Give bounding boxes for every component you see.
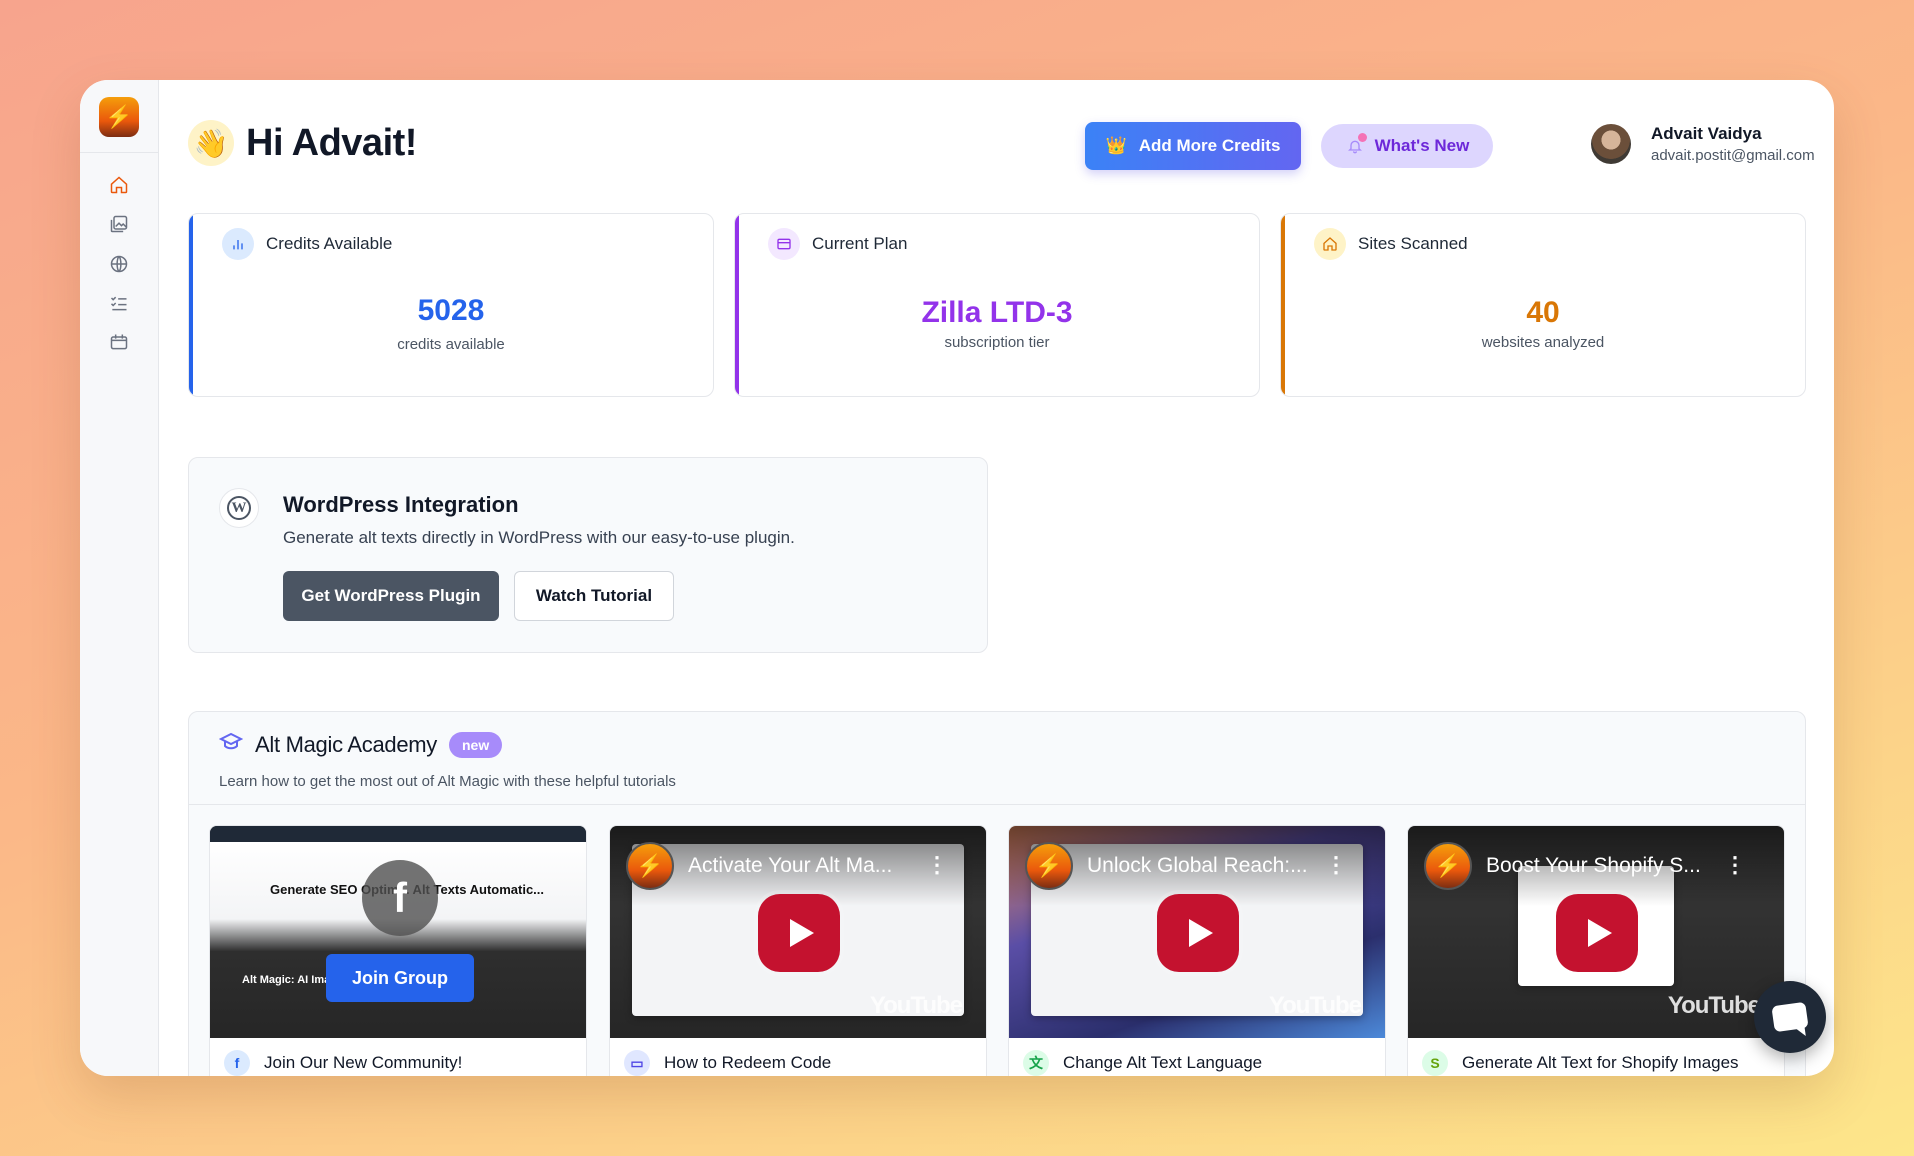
play-button-icon[interactable] — [1157, 894, 1239, 972]
channel-logo-icon: ⚡ — [626, 842, 674, 890]
user-name: Advait Vaidya — [1651, 124, 1762, 143]
card-icon — [768, 228, 800, 260]
shopify-icon: S — [1422, 1050, 1448, 1076]
checklist-icon[interactable] — [108, 292, 130, 314]
video-label: Join Our New Community! — [264, 1053, 463, 1072]
play-button-icon[interactable] — [1556, 894, 1638, 972]
home-icon — [1314, 228, 1346, 260]
video-title: Unlock Global Reach:... — [1087, 854, 1308, 877]
video-title: Boost Your Shopify S... — [1486, 854, 1701, 877]
plan-card: Current Plan Zilla LTD-3 subscription ti… — [734, 213, 1260, 397]
more-options-icon[interactable]: ⋮ — [926, 854, 948, 876]
youtube-logo: YouTube — [1667, 992, 1761, 1019]
chat-icon — [1771, 1001, 1809, 1033]
join-group-button[interactable]: Join Group — [326, 954, 474, 1002]
sidebar-divider — [80, 152, 159, 153]
user-email: advait.postit@gmail.com — [1651, 147, 1815, 164]
ticket-icon: ▭ — [624, 1050, 650, 1076]
stat-subtitle: credits available — [397, 336, 505, 353]
more-options-icon[interactable]: ⋮ — [1724, 854, 1746, 876]
calendar-icon[interactable] — [108, 331, 130, 353]
app-window: ⚡ 👋 Hi Advait! 👑 Add More Credits What's… — [80, 80, 1834, 1076]
facebook-logo-icon: f — [362, 860, 438, 936]
play-button-icon[interactable] — [758, 894, 840, 972]
video-thumbnail[interactable]: Generate SEO Optim... Alt Texts Automati… — [210, 826, 586, 1038]
stat-subtitle: websites analyzed — [1481, 334, 1605, 351]
wordpress-icon: W — [219, 488, 259, 528]
stat-value: 40 — [1526, 296, 1560, 329]
crown-icon: 👑 — [1105, 136, 1127, 155]
avatar[interactable] — [1591, 124, 1631, 164]
video-thumbnail[interactable]: ⚡ Unlock Global Reach:... ⋮ YouTube — [1009, 826, 1385, 1038]
stat-value: Zilla LTD-3 — [921, 296, 1073, 329]
whats-new-label: What's New — [1374, 136, 1470, 155]
browser-bar — [210, 826, 586, 842]
globe-icon[interactable] — [108, 253, 130, 275]
bar-chart-icon — [222, 228, 254, 260]
stat-title: Credits Available — [266, 234, 393, 253]
video-card-redeem[interactable]: ⚡ Activate Your Alt Ma... ⋮ YouTube ▭ Ho… — [609, 825, 987, 1076]
video-label: How to Redeem Code — [664, 1053, 832, 1072]
video-card-shopify[interactable]: ⚡ Boost Your Shopify S... ⋮ YouTube S Ge… — [1407, 825, 1785, 1076]
home-icon[interactable] — [108, 174, 130, 196]
stat-title: Sites Scanned — [1358, 234, 1468, 253]
more-options-icon[interactable]: ⋮ — [1325, 854, 1347, 876]
app-logo[interactable]: ⚡ — [99, 97, 139, 137]
video-card-community[interactable]: Generate SEO Optim... Alt Texts Automati… — [209, 825, 587, 1076]
stat-value: 5028 — [417, 294, 485, 327]
stat-subtitle: subscription tier — [944, 334, 1050, 351]
channel-logo-icon: ⚡ — [1424, 842, 1472, 890]
divider — [189, 804, 1805, 805]
youtube-logo: YouTube — [1268, 992, 1362, 1019]
wave-icon: 👋 — [188, 120, 234, 166]
academy-title: Alt Magic Academy — [255, 731, 437, 757]
youtube-logo: YouTube — [869, 992, 963, 1019]
page-title: Hi Advait! — [246, 121, 417, 164]
wordpress-title: WordPress Integration — [283, 492, 519, 517]
video-title: Activate Your Alt Ma... — [688, 854, 893, 877]
academy-description: Learn how to get the most out of Alt Mag… — [219, 773, 676, 790]
academy-section: Alt Magic Academy new Learn how to get t… — [188, 711, 1806, 1076]
user-menu[interactable]: Advait Vaidya advait.postit@gmail.com — [1591, 124, 1815, 164]
main-content: 👋 Hi Advait! 👑 Add More Credits What's N… — [159, 80, 1834, 1076]
video-card-language[interactable]: ⚡ Unlock Global Reach:... ⋮ YouTube 文 Ch… — [1008, 825, 1386, 1076]
channel-logo-icon: ⚡ — [1025, 842, 1073, 890]
whats-new-button[interactable]: What's New — [1321, 124, 1493, 168]
video-thumbnail[interactable]: ⚡ Boost Your Shopify S... ⋮ YouTube — [1408, 826, 1784, 1038]
add-credits-label: Add More Credits — [1138, 136, 1281, 155]
notification-dot — [1357, 133, 1367, 142]
translate-icon: 文 — [1023, 1050, 1049, 1076]
graduation-cap-icon — [218, 730, 244, 759]
credits-card: Credits Available 5028 credits available — [188, 213, 714, 397]
new-badge: new — [448, 731, 503, 758]
stat-title: Current Plan — [812, 234, 908, 253]
video-label: Change Alt Text Language — [1063, 1053, 1263, 1072]
facebook-icon: f — [224, 1050, 250, 1076]
wordpress-card: W WordPress Integration Generate alt tex… — [188, 457, 988, 653]
bell-icon — [1345, 133, 1367, 156]
greeting: 👋 Hi Advait! — [188, 120, 417, 166]
video-thumbnail[interactable]: ⚡ Activate Your Alt Ma... ⋮ YouTube — [610, 826, 986, 1038]
sidebar: ⚡ — [80, 80, 159, 1076]
add-credits-button[interactable]: 👑 Add More Credits — [1085, 122, 1301, 170]
images-icon[interactable] — [108, 213, 130, 235]
sites-card: Sites Scanned 40 websites analyzed — [1280, 213, 1806, 397]
watch-tutorial-button[interactable]: Watch Tutorial — [514, 571, 674, 621]
chat-launcher-button[interactable] — [1754, 981, 1826, 1053]
video-label: Generate Alt Text for Shopify Images — [1462, 1053, 1739, 1072]
get-plugin-button[interactable]: Get WordPress Plugin — [283, 571, 499, 621]
wordpress-description: Generate alt texts directly in WordPress… — [283, 528, 795, 547]
